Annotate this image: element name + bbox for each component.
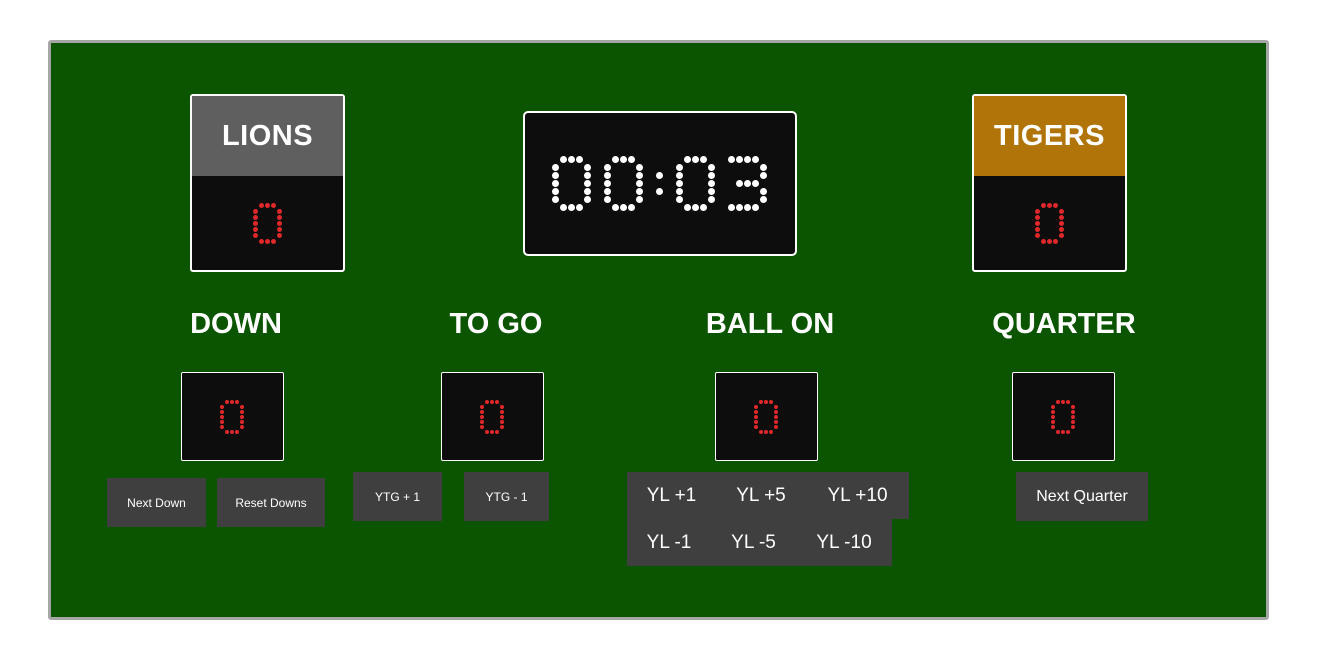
yl-minus-5-button[interactable]: YL -5 — [711, 519, 796, 566]
quarter-label: QUARTER — [992, 308, 1136, 340]
next-quarter-button[interactable]: Next Quarter — [1016, 472, 1148, 521]
led-char-0 — [252, 202, 282, 244]
led-char-0 — [220, 399, 244, 434]
down-label: DOWN — [190, 308, 282, 340]
to-go-led — [480, 399, 504, 434]
ball-on-label: BALL ON — [705, 308, 835, 340]
down-led — [220, 399, 244, 434]
game-clock-led — [552, 156, 767, 211]
scoreboard: LIONS TIGERS DOWN TO GO BALL ON QUARTER … — [48, 40, 1269, 620]
quarter-display — [1012, 372, 1115, 461]
away-score-led — [1034, 202, 1064, 244]
yl-minus-10-button[interactable]: YL -10 — [796, 519, 892, 566]
to-go-label: TO GO — [449, 308, 543, 340]
led-char-1 — [604, 156, 643, 211]
home-score-led — [252, 202, 282, 244]
led-char-0 — [1034, 202, 1064, 244]
led-char-0 — [754, 399, 778, 434]
home-team-panel: LIONS — [190, 94, 345, 272]
yl-plus-1-button[interactable]: YL +1 — [627, 472, 716, 519]
ball-on-button-row-2: YL -1 YL -5 YL -10 — [627, 519, 892, 566]
ball-on-display — [715, 372, 818, 461]
yl-plus-10-button[interactable]: YL +10 — [806, 472, 909, 519]
away-score-display — [974, 176, 1125, 270]
game-clock — [523, 111, 797, 256]
ball-on-button-row-1: YL +1 YL +5 YL +10 — [627, 472, 909, 519]
away-team-name: TIGERS — [974, 96, 1125, 176]
ytg-plus-1-button[interactable]: YTG + 1 — [353, 472, 442, 521]
led-char-0 — [552, 156, 591, 211]
quarter-led — [1051, 399, 1075, 434]
home-team-name: LIONS — [192, 96, 343, 176]
led-char-4 — [728, 156, 767, 211]
to-go-display — [441, 372, 544, 461]
led-char-3 — [676, 156, 715, 211]
next-down-button[interactable]: Next Down — [107, 478, 206, 527]
home-score-display — [192, 176, 343, 270]
reset-downs-button[interactable]: Reset Downs — [217, 478, 325, 527]
yl-minus-1-button[interactable]: YL -1 — [627, 519, 711, 566]
ytg-minus-1-button[interactable]: YTG - 1 — [464, 472, 549, 521]
down-display — [181, 372, 284, 461]
away-team-panel: TIGERS — [972, 94, 1127, 272]
ball-on-led — [754, 399, 778, 434]
led-char-2 — [656, 172, 663, 195]
yl-plus-5-button[interactable]: YL +5 — [716, 472, 806, 519]
led-char-0 — [1051, 399, 1075, 434]
led-char-0 — [480, 399, 504, 434]
